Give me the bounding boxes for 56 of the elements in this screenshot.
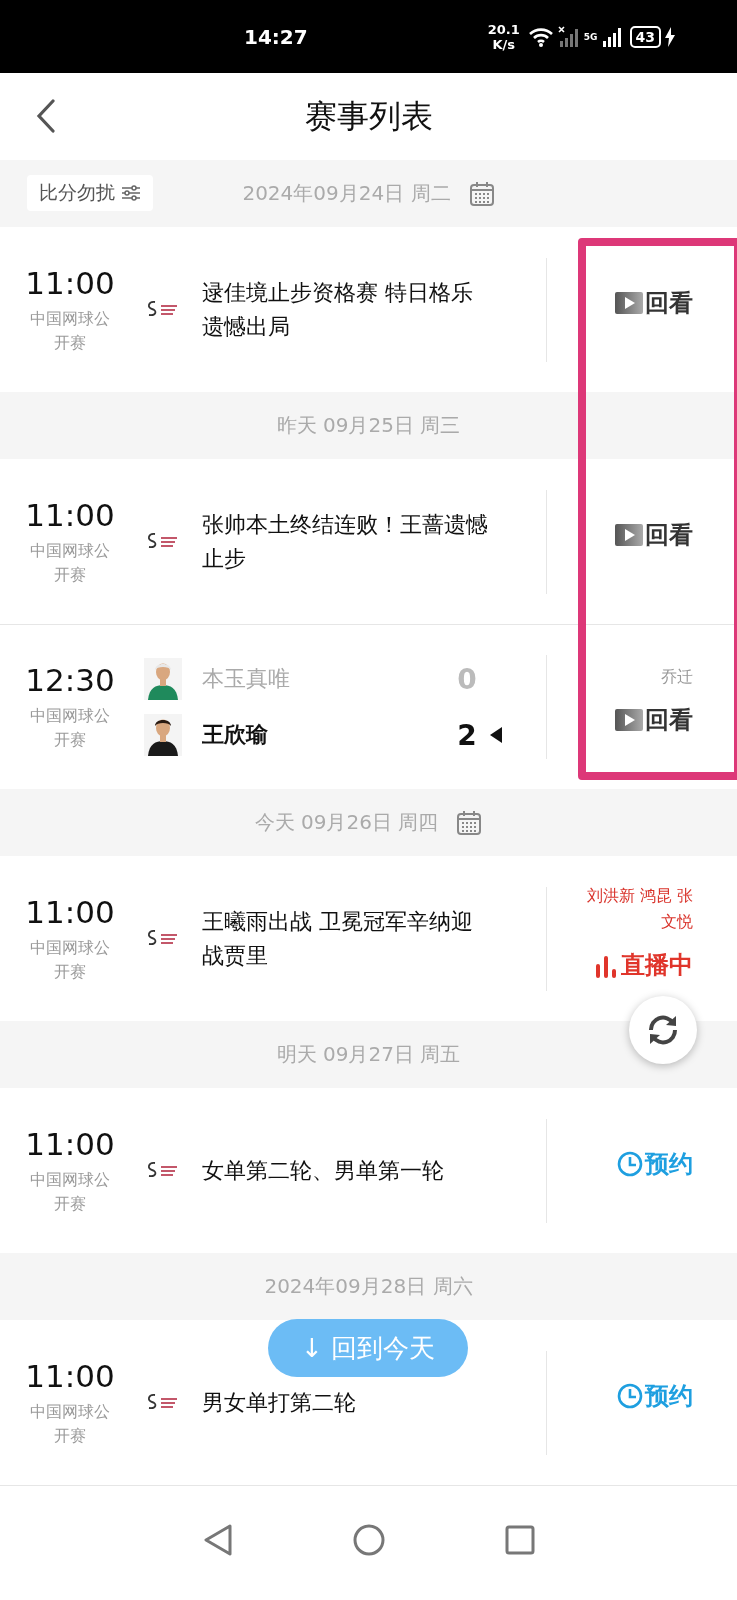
- play-icon: [615, 709, 643, 731]
- player-name: 王欣瑜: [202, 721, 269, 749]
- clock-time: 14:27: [244, 24, 308, 49]
- refresh-button[interactable]: [629, 996, 697, 1064]
- date-heading: 明天 09月27日 周五: [276, 1041, 461, 1068]
- match-title: 王曦雨出战 卫冕冠军辛纳迎战贾里: [202, 907, 474, 970]
- match-title: 逯佳境止步资格赛 特日格乐遗憾出局: [202, 278, 474, 341]
- back-icon[interactable]: [36, 99, 56, 133]
- league-name: 中国网球公开赛: [29, 307, 111, 354]
- commentator-names: 刘洪新 鸿昆 张文悦: [585, 884, 693, 933]
- match-time: 11:00: [25, 893, 115, 930]
- match-title: 男女单打第二轮: [202, 1388, 357, 1417]
- network-speed-unit: K/s: [492, 36, 516, 52]
- live-button[interactable]: 直播中: [595, 948, 693, 981]
- player-score: 2: [456, 718, 478, 752]
- league-name: 中国网球公开赛: [29, 1400, 111, 1447]
- date-heading: 2024年09月24日 周二: [242, 180, 451, 207]
- commentator-names: 乔迁: [661, 666, 693, 688]
- network-type: 5G: [583, 31, 598, 42]
- wifi-icon: [527, 25, 554, 48]
- match-title: 女单第二轮、男单第一轮: [202, 1156, 445, 1185]
- match-time: 11:00: [25, 1357, 115, 1394]
- sliders-icon: [121, 185, 141, 201]
- date-heading: 昨天 09月25日 周三: [276, 412, 461, 439]
- clock-icon: [617, 1382, 643, 1409]
- player-name: 本玉真唯: [202, 665, 291, 693]
- player-score: 0: [456, 662, 478, 696]
- signal-icon: [557, 25, 580, 48]
- home-nav-icon[interactable]: [352, 1524, 385, 1556]
- match-time: 12:30: [25, 662, 115, 698]
- date-heading: 今天 09月26日 周四: [254, 809, 439, 836]
- league-name: 中国网球公开赛: [29, 936, 111, 983]
- winner-arrow-icon: [490, 727, 502, 743]
- league-name: 中国网球公开赛: [29, 1168, 111, 1215]
- league-name: 中国网球公开赛: [29, 539, 111, 586]
- page-title: 赛事列表: [304, 95, 433, 137]
- calendar-icon[interactable]: [456, 809, 483, 836]
- league-name: 中国网球公开赛: [29, 705, 111, 751]
- match-time: 11:00: [25, 264, 115, 301]
- network-speed-value: 20.1: [487, 21, 520, 37]
- match-title: 张帅本土终结连败！王蔷遗憾止步: [202, 510, 489, 573]
- battery-level: 43: [629, 25, 661, 48]
- replay-button[interactable]: 回看: [615, 286, 693, 319]
- signal-icon: [601, 25, 622, 48]
- calendar-icon[interactable]: [468, 180, 495, 207]
- replay-button[interactable]: 回看: [615, 704, 693, 736]
- replay-button[interactable]: 回看: [615, 518, 693, 551]
- clock-icon: [617, 1150, 643, 1177]
- score-filter-button[interactable]: 比分勿扰: [27, 175, 153, 211]
- play-icon: [615, 291, 643, 314]
- date-heading: 2024年09月28日 周六: [264, 1273, 473, 1300]
- play-icon: [615, 523, 643, 546]
- match-time: 11:00: [25, 496, 115, 533]
- recents-nav-icon[interactable]: [504, 1525, 535, 1555]
- match-time: 11:00: [25, 1125, 115, 1162]
- back-nav-icon[interactable]: [202, 1524, 233, 1556]
